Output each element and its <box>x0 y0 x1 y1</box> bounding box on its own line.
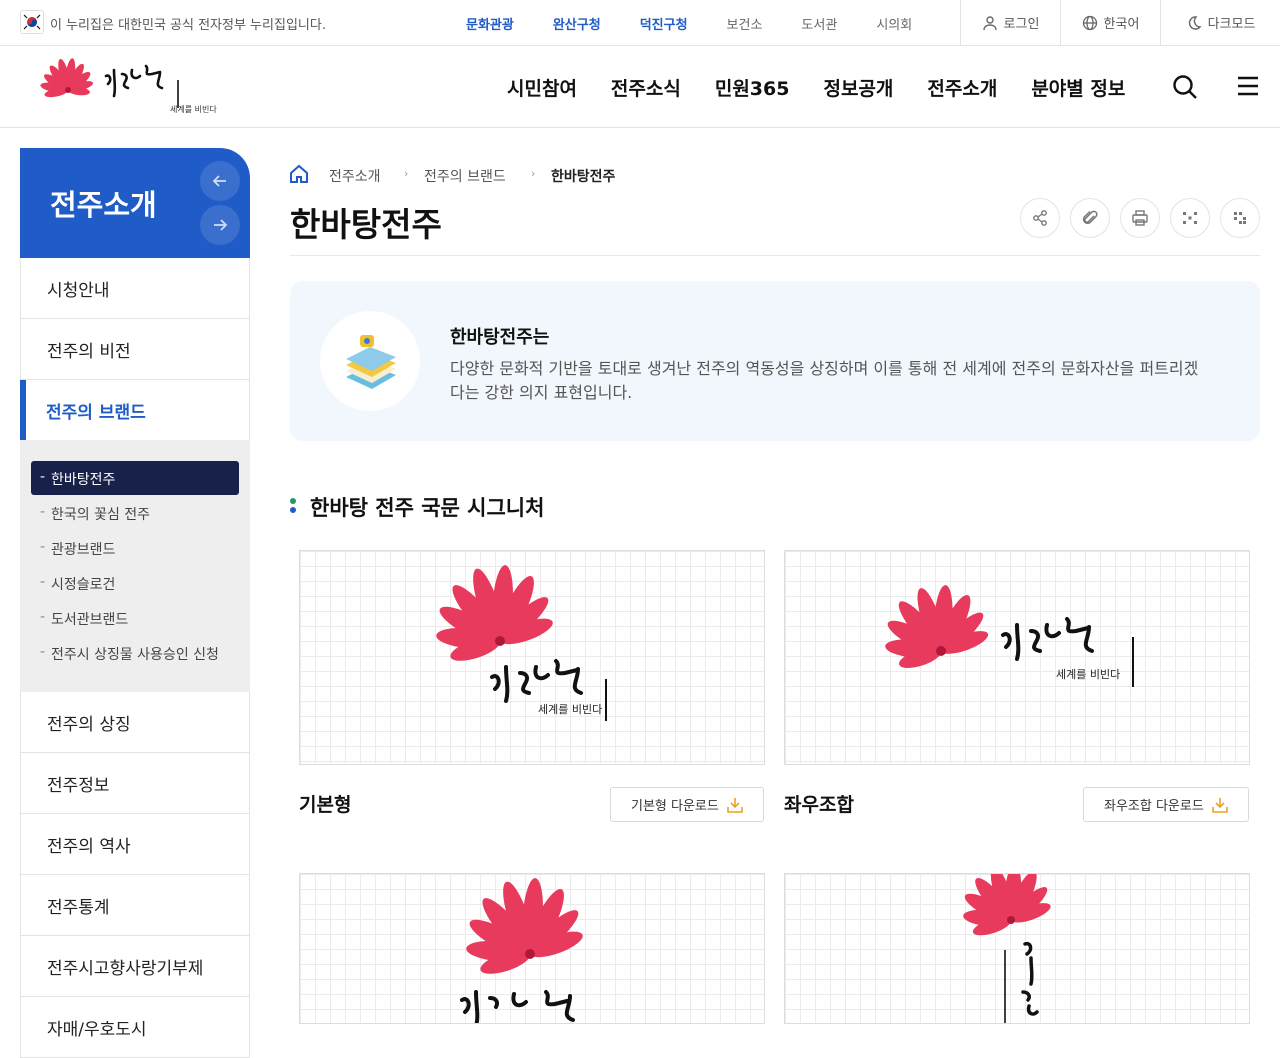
logo-slogan: 세계를 비빈다 <box>170 105 217 114</box>
site-link-health[interactable]: 보건소 <box>727 14 763 33</box>
language-label: 한국어 <box>1103 17 1140 32</box>
gov-site-notice: 이 누리집은 대한민국 공식 전자정부 누리집입니다. <box>50 18 326 33</box>
dark-mode-label: 다크모드 <box>1207 17 1256 32</box>
sidebar-submenu: 한바탕전주 한국의 꽃심 전주 관광브랜드 시정슬로건 도서관브랜드 전주시 상… <box>20 440 250 692</box>
nav-info-disclosure[interactable]: 정보공개 <box>823 74 893 101</box>
download-basic-button[interactable]: 기본형 다운로드 <box>610 787 764 822</box>
card-name-basic: 기본형 <box>299 794 352 816</box>
submenu-item-library-brand[interactable]: 도서관브랜드 <box>31 601 239 635</box>
nav-civil-365[interactable]: 민원365 <box>715 74 790 101</box>
site-link-deokjin[interactable]: 덕진구청 <box>640 14 688 33</box>
printer-icon <box>1132 210 1148 226</box>
language-button[interactable]: 한국어 <box>1060 0 1160 45</box>
sidebar-item-sister-cities[interactable]: 자매/우호도시 <box>20 997 250 1058</box>
breadcrumb-current: 한바탕전주 <box>551 169 616 185</box>
prev-section-button[interactable] <box>200 161 240 201</box>
print-button[interactable] <box>1120 198 1160 238</box>
hamburger-menu-icon[interactable] <box>1237 76 1259 96</box>
submenu-item-kkotsim[interactable]: 한국의 꽃심 전주 <box>31 496 239 530</box>
download-horizontal-label: 좌우조합 다운로드 <box>1104 799 1204 814</box>
korea-flag-icon <box>20 10 44 34</box>
signature-preview-vertical-2 <box>784 873 1250 1024</box>
signature-basic-slogan: 세계를 비빈다 <box>538 703 603 716</box>
sidebar-item-vision[interactable]: 전주의 비전 <box>20 319 250 380</box>
share-icon <box>1033 210 1047 226</box>
breadcrumb-chevron-icon: › <box>531 167 536 180</box>
globe-icon <box>1082 15 1097 30</box>
zoom-in-icon <box>1234 212 1246 224</box>
sidebar-item-brand[interactable]: 전주의 브랜드 <box>20 380 250 441</box>
login-button[interactable]: 로그인 <box>960 0 1060 45</box>
sidebar-item-hometown-donation[interactable]: 전주시고향사랑기부제 <box>20 936 250 997</box>
login-label: 로그인 <box>1003 17 1040 32</box>
signature-preview-basic: 세계를 비빈다 <box>299 550 765 765</box>
intro-illustration <box>320 311 420 411</box>
zoom-out-icon <box>1183 212 1197 224</box>
zoom-in-button[interactable] <box>1220 198 1260 238</box>
nav-field-info[interactable]: 분야별 정보 <box>1031 74 1125 101</box>
share-button[interactable] <box>1020 198 1060 238</box>
next-section-button[interactable] <box>200 205 240 245</box>
paperclip-icon <box>1082 210 1098 224</box>
page-title: 한바탕전주 <box>290 205 442 244</box>
section-bullet-icon <box>290 498 296 504</box>
user-icon <box>982 15 997 30</box>
zoom-out-button[interactable] <box>1170 198 1210 238</box>
related-sites: 문화관광 완산구청 덕진구청 보건소 도서관 시의회 <box>466 14 951 33</box>
dark-mode-button[interactable]: 다크모드 <box>1160 0 1280 45</box>
sidebar-item-jeonju-info[interactable]: 전주정보 <box>20 753 250 814</box>
signature-basic-logo <box>436 565 607 721</box>
download-horizontal-button[interactable]: 좌우조합 다운로드 <box>1083 787 1249 822</box>
site-link-council[interactable]: 시의회 <box>876 14 912 33</box>
submenu-item-slogan[interactable]: 시정슬로건 <box>31 566 239 600</box>
title-divider <box>290 255 1260 256</box>
breadcrumb-chevron-icon: › <box>404 167 409 180</box>
sidebar-item-city-guide[interactable]: 시청안내 <box>20 258 250 319</box>
sidebar: 전주소개 시청안내 전주의 비전 전주의 브랜드 한바탕전주 한국의 꽃심 전주… <box>20 148 250 1058</box>
books-icon <box>346 335 396 389</box>
signature-preview-horizontal: 세계를 비빈다 <box>784 550 1250 765</box>
intro-box: 한바탕전주는 다양한 문화적 기반을 토대로 생겨난 전주의 역동성을 상징하며… <box>290 281 1260 441</box>
site-link-culture[interactable]: 문화관광 <box>466 14 514 33</box>
nav-civic-participation[interactable]: 시민참여 <box>507 74 577 101</box>
signature-vertical-logo <box>460 878 583 1023</box>
nav-jeonju-news[interactable]: 전주소식 <box>611 74 681 101</box>
section-title: 한바탕 전주 국문 시그니처 <box>310 496 545 520</box>
search-icon[interactable] <box>1172 74 1198 100</box>
attachment-button[interactable] <box>1070 198 1110 238</box>
signature-horizontal-logo <box>885 585 1134 687</box>
sidebar-title: 전주소개 <box>50 188 157 222</box>
site-link-library[interactable]: 도서관 <box>801 14 837 33</box>
submenu-item-symbol-approval[interactable]: 전주시 상징물 사용승인 신청 <box>31 636 239 670</box>
sidebar-item-history[interactable]: 전주의 역사 <box>20 814 250 875</box>
signature-preview-vertical <box>299 873 765 1024</box>
home-icon[interactable] <box>289 164 309 184</box>
section-bullet-icon <box>290 507 296 513</box>
breadcrumb-item[interactable]: 전주의 브랜드 <box>424 166 506 186</box>
download-basic-label: 기본형 다운로드 <box>631 799 719 814</box>
top-utility-bar: 이 누리집은 대한민국 공식 전자정부 누리집입니다. 문화관광 완산구청 덕진… <box>0 0 1280 46</box>
download-icon <box>1212 797 1228 813</box>
sidebar-item-symbols[interactable]: 전주의 상징 <box>20 692 250 753</box>
arrow-right-icon <box>214 219 228 231</box>
jeonju-logo[interactable]: 세계를 비빈다 <box>32 56 217 118</box>
intro-description: 다양한 문화적 기반을 토대로 생겨난 전주의 역동성을 상징하며 이를 통해 … <box>450 359 1199 402</box>
download-icon <box>727 797 743 813</box>
moon-icon <box>1188 15 1202 30</box>
arrow-left-icon <box>212 175 226 187</box>
card-name-horizontal: 좌우조합 <box>784 794 854 816</box>
submenu-item-tourism-brand[interactable]: 관광브랜드 <box>31 531 239 565</box>
nav-about-jeonju[interactable]: 전주소개 <box>927 74 997 101</box>
sidebar-item-statistics[interactable]: 전주통계 <box>20 875 250 936</box>
sidebar-header: 전주소개 <box>20 148 250 258</box>
global-nav: 시민참여 전주소식 민원365 정보공개 전주소개 분야별 정보 <box>507 74 1159 101</box>
main-header: 세계를 비빈다 시민참여 전주소식 민원365 정보공개 전주소개 분야별 정보 <box>0 46 1280 128</box>
signature-horizontal-slogan: 세계를 비빈다 <box>1056 668 1121 681</box>
submenu-item-hanbatang[interactable]: 한바탕전주 <box>31 461 239 495</box>
site-link-wansan[interactable]: 완산구청 <box>553 14 601 33</box>
signature-vertical2-logo <box>963 874 1051 1023</box>
intro-heading: 한바탕전주는 <box>450 327 550 348</box>
breadcrumb-item[interactable]: 전주소개 <box>329 166 381 186</box>
